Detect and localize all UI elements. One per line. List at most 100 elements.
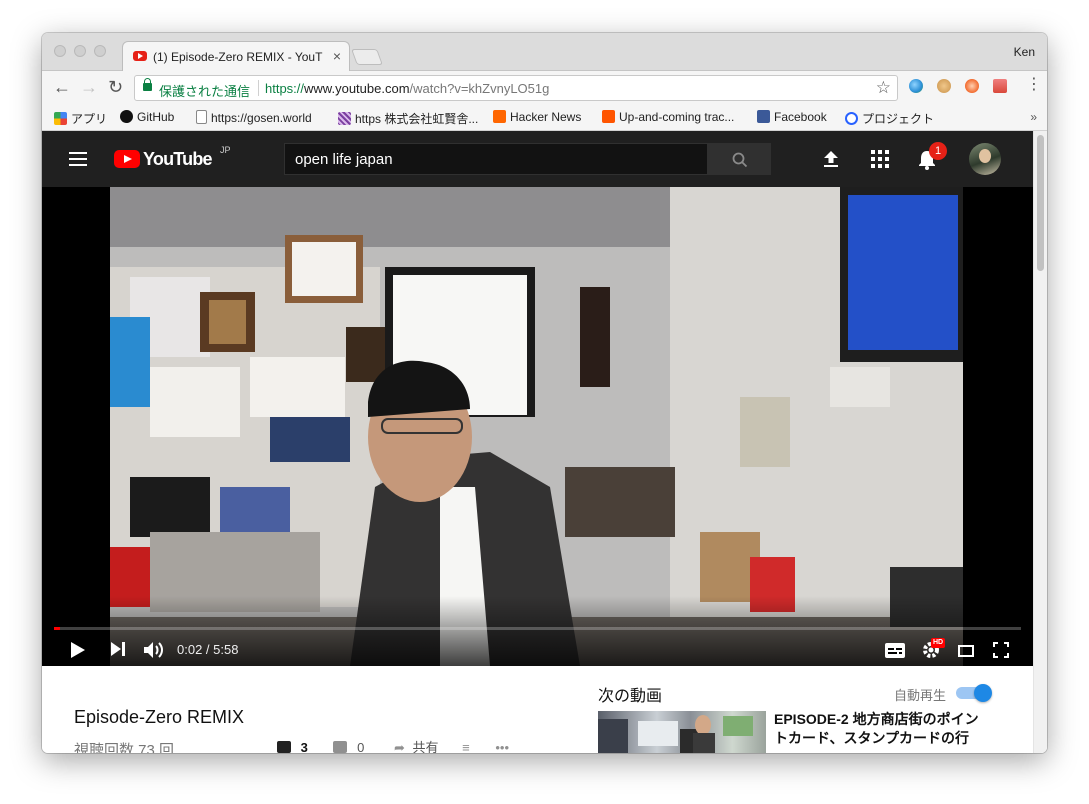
hamburger-menu-icon[interactable] <box>69 152 87 166</box>
url-text[interactable]: https://www.youtube.com/watch?v=khZvnyLO… <box>265 81 549 96</box>
page-scrollbar[interactable] <box>1033 131 1047 753</box>
video-title: Episode-Zero REMIX <box>74 707 245 727</box>
subtitles-icon[interactable] <box>885 643 905 658</box>
next-video-title[interactable]: EPISODE-2 地方商店街のポイントカード、スタンプカードの行 <box>774 710 980 748</box>
gear-project-icon <box>845 112 858 125</box>
search-input[interactable]: open life japan <box>284 143 708 175</box>
browser-menu-icon[interactable]: ⋮ <box>1026 77 1042 93</box>
tab-close-icon[interactable]: × <box>333 48 341 64</box>
bookmark-label: プロジェクト <box>862 112 935 126</box>
next-video-thumbnail[interactable] <box>598 711 766 753</box>
zoom-window-button[interactable] <box>94 45 106 57</box>
video-frame <box>110 187 963 666</box>
bookmark-label: https 株式会社虹賢舎... <box>355 112 479 126</box>
bookmarks-overflow-icon[interactable]: » <box>1030 110 1037 124</box>
secure-label: 保護された通信 <box>159 84 251 99</box>
dislike-count: 0 <box>357 740 365 753</box>
time-display: 0:02 / 5:58 <box>177 642 239 657</box>
tab-strip: (1) Episode-Zero REMIX - YouT × Ken <box>42 33 1047 72</box>
share-icon[interactable]: ➦ <box>394 740 405 753</box>
forward-arrow-icon[interactable]: → <box>80 78 98 96</box>
lock-icon <box>143 78 152 91</box>
progress-played <box>54 627 60 630</box>
address-bar[interactable]: 保護された通信 https://www.youtube.com/watch?v=… <box>134 75 898 101</box>
bookmark-star-icon[interactable]: ☆ <box>876 78 891 98</box>
bookmark-apps[interactable]: アプリ <box>54 110 107 127</box>
more-actions-icon[interactable]: ••• <box>495 740 509 753</box>
next-video-icon[interactable] <box>110 641 126 657</box>
notification-badge: 1 <box>929 142 947 160</box>
bookmark-label: Up-and-coming trac... <box>619 110 735 124</box>
bookmarks-bar: アプリ GitHub https://gosen.world https 株式会… <box>42 105 1047 131</box>
autoplay-toggle[interactable] <box>954 684 992 702</box>
bookmark-project[interactable]: プロジェクト <box>845 110 934 127</box>
scrollbar-thumb[interactable] <box>1037 135 1044 271</box>
facebook-icon <box>757 110 770 123</box>
youtube-logo-text: YouTube <box>143 149 213 169</box>
play-icon[interactable] <box>70 641 86 659</box>
close-window-button[interactable] <box>54 45 66 57</box>
fullscreen-icon[interactable] <box>993 642 1009 658</box>
like-count: 3 <box>300 740 308 753</box>
search-value: open life japan <box>295 151 393 168</box>
like-icon[interactable] <box>277 741 291 753</box>
url-separator <box>258 80 259 96</box>
new-tab-button[interactable] <box>351 49 383 65</box>
thumbnail-scene <box>598 715 753 753</box>
page-content: YouTube JP open life japan 1 0:02 / 5:58… <box>42 131 1047 753</box>
hacker-news-icon <box>493 110 506 123</box>
apps-grid-icon <box>54 112 67 125</box>
add-to-playlist-icon[interactable]: ≡ <box>462 740 470 753</box>
bookmark-label: Facebook <box>774 110 827 124</box>
bookmark-label: https://gosen.world <box>211 111 312 125</box>
progress-bar[interactable] <box>54 627 1021 630</box>
bookmark-github[interactable]: GitHub <box>120 110 174 124</box>
bookmark-label: Hacker News <box>510 110 582 124</box>
youtube-play-logo-icon <box>114 150 140 168</box>
autoplay-label: 自動再生 <box>894 688 947 703</box>
search-button[interactable] <box>707 143 771 175</box>
striped-site-icon <box>338 112 351 125</box>
upload-icon[interactable] <box>822 150 840 168</box>
bookmark-hacker-news[interactable]: Hacker News <box>493 110 581 124</box>
settings-button[interactable]: HD <box>921 638 946 660</box>
tab-title: (1) Episode-Zero REMIX - YouT <box>153 50 323 64</box>
youtube-header: YouTube JP open life japan 1 <box>42 131 1033 187</box>
avatar[interactable] <box>969 143 1001 175</box>
page-icon <box>196 110 207 124</box>
reload-icon[interactable]: ↻ <box>108 78 123 96</box>
back-arrow-icon[interactable]: ← <box>53 78 71 96</box>
theater-mode-icon[interactable] <box>958 645 974 657</box>
video-scene <box>110 187 963 666</box>
bookmark-gosen[interactable]: https://gosen.world <box>196 110 312 125</box>
browser-toolbar: ← → ↻ 保護された通信 https://www.youtube.com/wa… <box>42 71 1047 105</box>
view-count: 視聴回数 73 回 <box>74 742 175 753</box>
tab-youtube[interactable]: (1) Episode-Zero REMIX - YouT × <box>122 41 350 72</box>
bookmark-label: GitHub <box>137 110 175 124</box>
profile-name[interactable]: Ken <box>1014 45 1035 59</box>
github-icon <box>120 110 133 123</box>
share-label[interactable]: 共有 <box>413 740 439 753</box>
bookmark-nijikensha[interactable]: https 株式会社虹賢舎... <box>338 110 478 127</box>
youtube-region: JP <box>220 145 231 155</box>
bookmark-soundcloud[interactable]: Up-and-coming trac... <box>602 110 734 124</box>
up-next-heading: 次の動画 <box>598 688 663 705</box>
url-host: www.youtube.com <box>304 81 410 96</box>
url-scheme: https:// <box>265 81 305 96</box>
toggle-knob <box>974 684 992 702</box>
video-player[interactable]: 0:02 / 5:58 HD <box>42 187 1033 666</box>
minimize-window-button[interactable] <box>74 45 86 57</box>
apps-grid-icon[interactable] <box>871 150 889 168</box>
volume-icon[interactable] <box>143 641 165 659</box>
video-actions: 3 0 ➦ 共有 ≡ ••• <box>277 737 509 753</box>
soundcloud-icon <box>602 110 615 123</box>
bookmark-label: アプリ <box>71 112 108 126</box>
search-icon <box>732 152 748 168</box>
cookie-extension-icon[interactable] <box>937 79 951 93</box>
bookmark-facebook[interactable]: Facebook <box>757 110 827 124</box>
globe-extension-icon[interactable] <box>909 79 923 93</box>
red-extension-icon[interactable] <box>993 79 1007 93</box>
url-path: /watch?v=khZvnyLO51g <box>409 81 550 96</box>
dislike-icon[interactable] <box>333 741 348 753</box>
orange-extension-icon[interactable] <box>965 79 979 93</box>
